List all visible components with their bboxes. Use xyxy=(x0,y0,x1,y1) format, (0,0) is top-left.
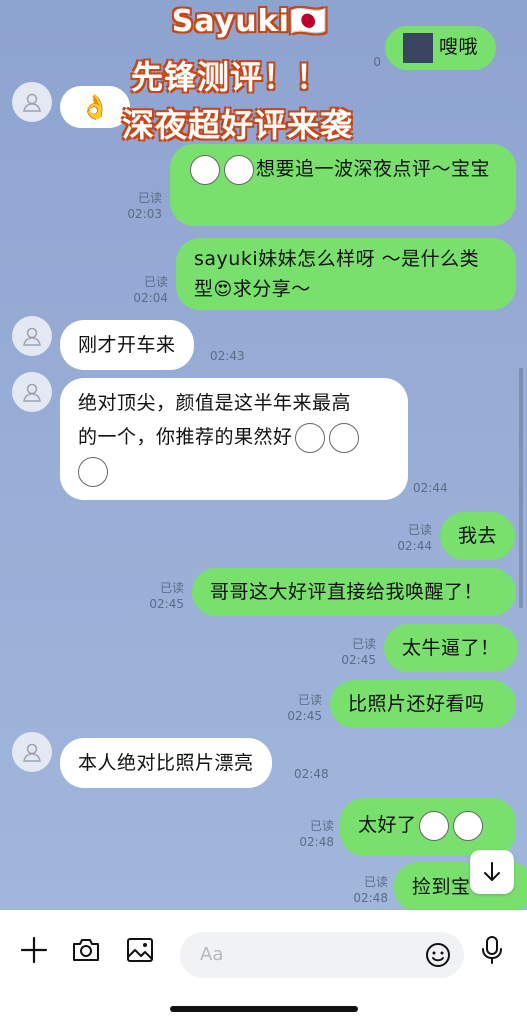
message-text-line2: 型 xyxy=(194,278,214,300)
image-icon xyxy=(127,938,153,962)
microphone-button[interactable] xyxy=(474,932,510,968)
message-meta: 已读 02:45 xyxy=(341,637,376,667)
arrow-down-icon xyxy=(484,862,500,881)
message-meta: 已读 02:04 xyxy=(133,275,168,305)
message-time: 02:43 xyxy=(210,349,245,363)
plus-icon xyxy=(20,936,48,964)
message-bubble-out[interactable]: 太牛逼了！ xyxy=(384,624,518,672)
message-text: 想要追一波深夜点评～宝宝 xyxy=(256,158,491,180)
heart-eyes-sticker-icon xyxy=(328,422,359,453)
overlay-title-line2: 先锋测评！！ xyxy=(130,58,329,96)
message-meta: 已读 02:48 xyxy=(353,875,388,905)
avatar-person-icon xyxy=(23,327,41,346)
message-meta: 已读 02:45 xyxy=(287,693,322,723)
message-bubble-out[interactable]: 比照片还好看吗 xyxy=(330,680,516,728)
overlay-title-line3: 深夜超好评来袭 xyxy=(121,106,353,144)
image-button[interactable] xyxy=(122,932,158,968)
message-input-placeholder: Aa xyxy=(200,944,224,965)
crying-sticker-icon xyxy=(418,810,449,841)
bunny-sticker-icon xyxy=(190,154,220,185)
message-meta: 已读 02:03 xyxy=(127,191,162,221)
message-meta: 已读 02:45 xyxy=(149,581,184,611)
message-bubble-out[interactable]: 太好了 xyxy=(340,798,516,856)
crying-sticker-icon xyxy=(452,810,483,841)
emoji-icon xyxy=(426,943,450,967)
message-text: 我去 xyxy=(458,525,498,547)
message-bubble-out[interactable]: sayuki妹妹怎么样呀 ～是什么类 型😍求分享～ xyxy=(176,238,516,310)
heart-eyes-sticker-icon xyxy=(78,456,108,487)
message-meta: 已读 02:44 xyxy=(397,523,432,553)
message-time: 02:44 xyxy=(413,481,448,495)
overlay-title-line1: Sayuki🇯🇵 xyxy=(171,4,329,39)
message-meta: 已读 02:48 xyxy=(299,819,334,849)
message-text: 哥哥这大好评直接给我唤醒了！ xyxy=(210,581,484,603)
contact-avatar[interactable] xyxy=(12,732,52,772)
message-text: 捡到宝 xyxy=(412,876,471,898)
scroll-to-bottom-button[interactable] xyxy=(470,850,514,894)
message-text: 本人绝对比照片漂亮 xyxy=(78,752,254,774)
heart-eyes-sticker-icon xyxy=(294,422,325,453)
message-bubble-out[interactable]: 想要追一波深夜点评～宝宝 xyxy=(170,144,516,226)
scrollbar[interactable] xyxy=(519,368,523,608)
avatar-person-icon xyxy=(23,743,41,762)
message-text: 太牛逼了！ xyxy=(402,637,500,659)
message-time: 02:48 xyxy=(294,767,329,781)
contact-avatar[interactable] xyxy=(12,372,52,412)
message-text: 刚才开车来 xyxy=(78,334,176,356)
plus-button[interactable] xyxy=(16,932,52,968)
message-bubble-in[interactable]: 刚才开车来 xyxy=(60,320,194,370)
message-bubble-in[interactable]: 绝对顶尖，颜值是这半年来最高 的一个，你推荐的果然好 xyxy=(60,378,408,500)
contact-avatar[interactable] xyxy=(12,316,52,356)
microphone-icon xyxy=(482,936,502,964)
message-bubble-out[interactable]: 哥哥这大好评直接给我唤醒了！ xyxy=(192,568,516,616)
camera-icon xyxy=(73,939,99,961)
emoji-button[interactable] xyxy=(420,937,456,973)
message-text-line2: 的一个，你推荐的果然好 xyxy=(78,426,293,448)
camera-button[interactable] xyxy=(68,932,104,968)
message-text-line3: 求分享～ xyxy=(232,278,311,300)
message-text: 太好了 xyxy=(358,814,417,836)
avatar-person-icon xyxy=(23,383,41,402)
message-text-line1: 绝对顶尖，颜值是这半年来最高 xyxy=(78,392,352,414)
heart-eyes-emoji-icon: 😍 xyxy=(213,279,233,300)
message-text: 比照片还好看吗 xyxy=(348,693,485,715)
bunny-sticker-icon xyxy=(224,154,254,185)
message-text-line1: sayuki妹妹怎么样呀 ～是什么类 xyxy=(194,248,480,270)
message-bubble-out[interactable]: 我去 xyxy=(440,512,516,560)
chat-area[interactable]: 嗖哦 0 👌 Sayuki🇯🇵 先锋测评！！ 深夜超好评来袭 已读 02:03 想… xyxy=(0,0,527,910)
message-bubble-in[interactable]: 本人绝对比照片漂亮 xyxy=(60,738,272,788)
home-indicator[interactable] xyxy=(170,1006,358,1012)
